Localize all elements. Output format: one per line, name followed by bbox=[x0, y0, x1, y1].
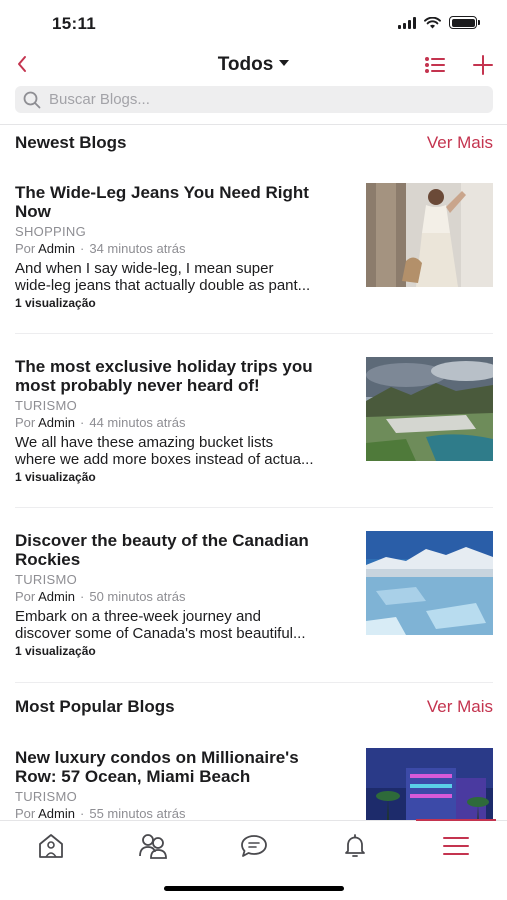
blog-card[interactable]: Discover the beauty of the Canadian Rocki… bbox=[15, 531, 493, 658]
plus-icon bbox=[473, 55, 493, 75]
blog-time: 44 minutos atrás bbox=[89, 415, 186, 430]
blog-author: Admin bbox=[38, 415, 75, 430]
blog-meta: Por Admin · 34 minutos atrás bbox=[15, 241, 186, 256]
list-view-button[interactable] bbox=[422, 52, 448, 78]
cellular-signal-icon bbox=[398, 16, 416, 29]
active-tab-indicator bbox=[416, 819, 496, 821]
status-time: 15:11 bbox=[52, 14, 97, 33]
blog-author: Admin bbox=[38, 806, 75, 821]
community-icon bbox=[139, 834, 167, 859]
nav-bar: Todos bbox=[0, 46, 507, 84]
home-indicator bbox=[164, 886, 344, 891]
wifi-icon bbox=[424, 16, 441, 28]
menu-icon bbox=[443, 837, 469, 855]
woman-fashion-photo bbox=[366, 183, 493, 287]
blog-author: Admin bbox=[38, 241, 75, 256]
caret-down-icon bbox=[279, 60, 290, 66]
popular-blogs-header: Most Popular Blogs Ver Mais bbox=[15, 697, 493, 717]
search-input[interactable] bbox=[49, 91, 469, 108]
newest-blogs-header: Newest Blogs Ver Mais bbox=[15, 133, 493, 153]
blog-thumbnail[interactable] bbox=[366, 183, 493, 287]
section-title: Newest Blogs bbox=[15, 133, 127, 152]
blog-excerpt: Embark on a three-week journey and discov… bbox=[15, 608, 306, 642]
blog-card[interactable]: The Wide-Leg Jeans You Need Right Now SHO… bbox=[15, 183, 493, 310]
blog-time: 34 minutos atrás bbox=[89, 241, 186, 256]
blog-category: SHOPPING bbox=[15, 224, 87, 239]
tab-messages[interactable] bbox=[234, 831, 274, 861]
blog-title: The most exclusive holiday trips you most… bbox=[15, 357, 313, 395]
battery-icon bbox=[449, 16, 480, 29]
blog-thumbnail[interactable] bbox=[366, 357, 493, 461]
blog-thumbnail[interactable] bbox=[366, 531, 493, 635]
blog-category: TURISMO bbox=[15, 789, 78, 804]
blog-title: The Wide-Leg Jeans You Need Right Now bbox=[15, 183, 309, 221]
section-title: Most Popular Blogs bbox=[15, 697, 175, 716]
blog-excerpt: We all have these amazing bucket lists wh… bbox=[15, 434, 314, 468]
blog-time: 50 minutos atrás bbox=[89, 589, 186, 604]
blog-views: 1 visualização bbox=[15, 644, 96, 658]
nav-title: Todos bbox=[217, 54, 274, 75]
row-divider bbox=[15, 333, 493, 334]
status-bar: 15:11 bbox=[0, 0, 507, 46]
list-icon bbox=[425, 57, 445, 73]
blog-meta: Por Admin · 55 minutos atrás bbox=[15, 806, 186, 821]
ver-mais-link[interactable]: Ver Mais bbox=[427, 697, 493, 717]
bell-icon bbox=[345, 834, 365, 857]
blog-time: 55 minutos atrás bbox=[89, 806, 186, 821]
tab-menu[interactable] bbox=[436, 831, 476, 861]
add-blog-button[interactable] bbox=[470, 52, 496, 78]
blog-meta: Por Admin · 44 minutos atrás bbox=[15, 415, 186, 430]
blog-views: 1 visualização bbox=[15, 296, 96, 310]
tab-community[interactable] bbox=[133, 831, 173, 861]
blog-views: 1 visualização bbox=[15, 470, 96, 484]
chat-icon bbox=[241, 835, 267, 857]
search-bar[interactable] bbox=[15, 86, 493, 113]
blog-excerpt: And when I say wide-leg, I mean super wid… bbox=[15, 260, 311, 294]
tab-home[interactable] bbox=[31, 831, 71, 861]
blog-meta: Por Admin · 50 minutos atrás bbox=[15, 589, 186, 604]
frozen-lake-mountains-photo bbox=[366, 531, 493, 635]
blog-category: TURISMO bbox=[15, 572, 78, 587]
status-icons bbox=[398, 16, 480, 29]
blog-title: New luxury condos on Millionaire's Row: 5… bbox=[15, 748, 299, 786]
blog-card[interactable]: The most exclusive holiday trips you most… bbox=[15, 357, 493, 484]
row-divider bbox=[15, 682, 493, 683]
coastal-city-mountain-photo bbox=[366, 357, 493, 461]
home-icon bbox=[39, 834, 63, 858]
row-divider bbox=[15, 507, 493, 508]
ver-mais-link[interactable]: Ver Mais bbox=[427, 133, 493, 153]
tab-bar bbox=[0, 819, 507, 900]
blog-author: Admin bbox=[38, 589, 75, 604]
blog-title: Discover the beauty of the Canadian Rocki… bbox=[15, 531, 309, 569]
header-divider bbox=[0, 124, 507, 125]
tab-notifications[interactable] bbox=[335, 831, 375, 861]
blog-category: TURISMO bbox=[15, 398, 78, 413]
search-icon bbox=[23, 91, 41, 108]
